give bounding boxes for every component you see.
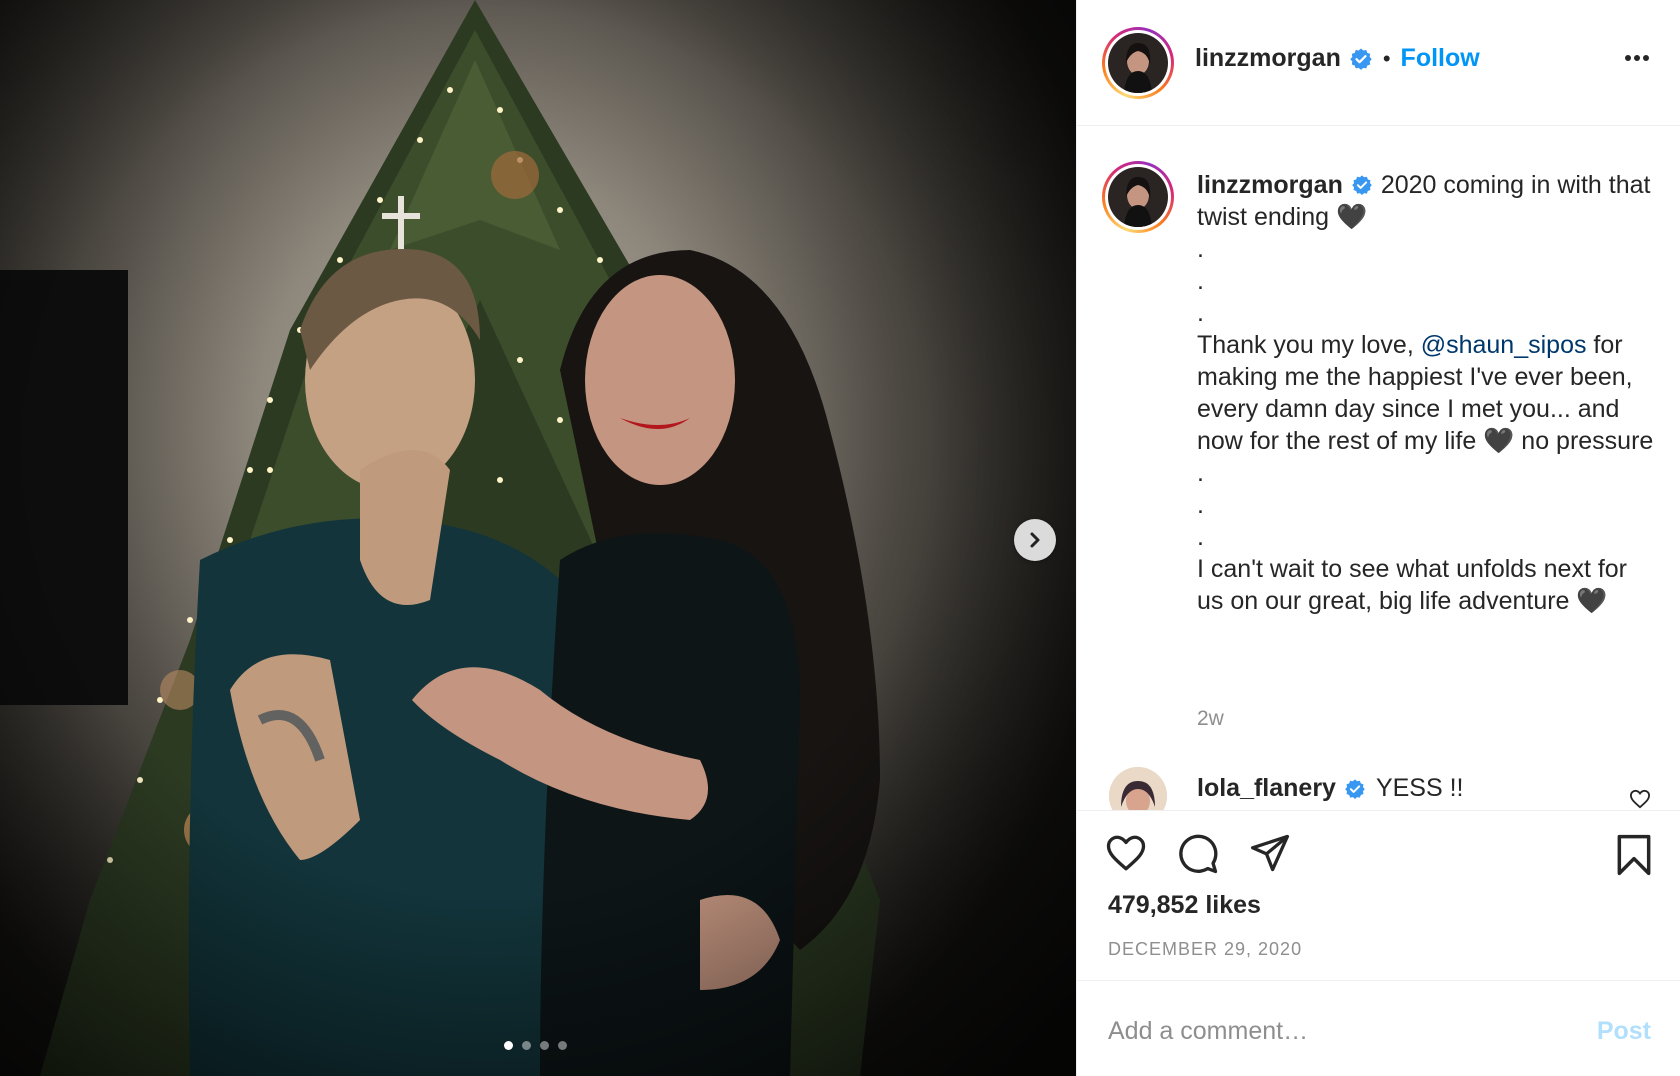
carousel-dot — [558, 1041, 567, 1050]
bookmark-icon[interactable] — [1615, 833, 1653, 877]
caption-text-before-mention: Thank you my love, — [1197, 331, 1421, 359]
more-options-icon[interactable] — [1624, 54, 1650, 62]
post-comment-button[interactable]: Post — [1597, 1017, 1651, 1046]
post-date[interactable]: DECEMBER 29, 2020 — [1108, 939, 1302, 960]
author-avatar[interactable] — [1102, 27, 1174, 99]
photo-scene — [0, 0, 1076, 1076]
comment-icon[interactable] — [1177, 833, 1219, 875]
caption-mention-link[interactable]: @shaun_sipos — [1421, 331, 1587, 359]
post-photo[interactable] — [0, 0, 1076, 1076]
avatar-image — [1109, 767, 1167, 810]
caption-text-after-mention: for making me the happiest I've ever bee… — [1197, 331, 1654, 615]
next-photo-button[interactable] — [1014, 519, 1056, 561]
post-actions: 479,852 likes DECEMBER 29, 2020 — [1077, 810, 1680, 980]
carousel-dot — [504, 1041, 513, 1050]
heart-icon[interactable] — [1105, 833, 1147, 873]
post-header: linzzmorgan • Follow — [1077, 0, 1680, 126]
chevron-right-icon — [1030, 532, 1040, 548]
post-caption: linzzmorgan 2020 coming in with that twis… — [1197, 169, 1657, 617]
verified-badge-icon — [1350, 48, 1372, 70]
avatar-image — [1108, 167, 1168, 227]
carousel-dot — [540, 1041, 549, 1050]
add-comment-input[interactable] — [1108, 1011, 1538, 1051]
caption-age[interactable]: 2w — [1197, 707, 1224, 731]
commenter-avatar[interactable] — [1109, 767, 1167, 810]
add-comment-bar: Post — [1077, 980, 1680, 1076]
avatar-image — [1108, 33, 1168, 93]
comments-section[interactable]: linzzmorgan 2020 coming in with that twis… — [1077, 127, 1680, 810]
paper-plane-icon[interactable] — [1249, 833, 1291, 873]
likes-count[interactable]: 479,852 likes — [1108, 891, 1261, 920]
comment-like-heart-icon[interactable] — [1629, 789, 1651, 809]
caption-username[interactable]: linzzmorgan — [1197, 171, 1343, 199]
comment-row: lola_flanery YESS !! — [1197, 774, 1464, 803]
carousel-indicator — [504, 1041, 567, 1050]
header-separator: • — [1382, 45, 1391, 71]
comment-text: YESS !! — [1375, 774, 1464, 802]
follow-button[interactable]: Follow — [1401, 44, 1480, 73]
carousel-dot — [522, 1041, 531, 1050]
caption-author-avatar[interactable] — [1102, 161, 1174, 233]
verified-badge-icon — [1352, 175, 1372, 195]
post-side-panel: linzzmorgan • Follow linzzmorgan 2020 co… — [1076, 0, 1680, 1076]
verified-badge-icon — [1345, 778, 1365, 799]
author-username[interactable]: linzzmorgan — [1195, 44, 1341, 73]
comment-username[interactable]: lola_flanery — [1197, 774, 1336, 803]
